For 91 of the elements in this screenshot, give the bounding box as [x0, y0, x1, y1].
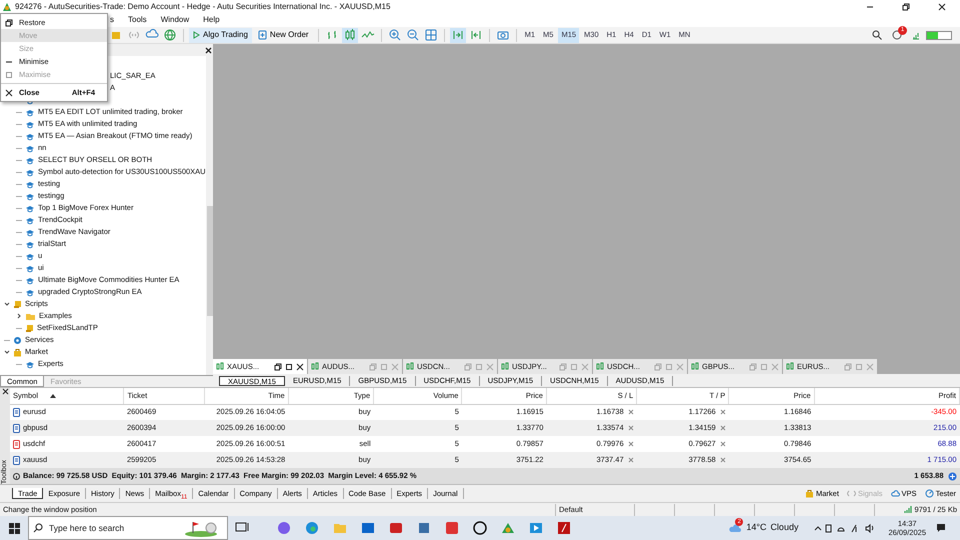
remove-icon[interactable] [720, 441, 726, 448]
remove-icon[interactable] [720, 409, 726, 416]
expert-hat-icon [25, 240, 35, 248]
remove-icon[interactable] [720, 457, 726, 464]
cloud-icon [890, 489, 900, 498]
expert-hat-icon [25, 132, 35, 140]
restore-icon [5, 18, 13, 26]
maximize-icon[interactable] [285, 362, 293, 370]
browser-icon[interactable] [304, 520, 320, 536]
candlestick-icon [311, 362, 319, 371]
shopping-bag-icon [805, 489, 814, 498]
search-icon[interactable] [872, 30, 882, 40]
close-icon[interactable] [938, 2, 946, 10]
play-icon [193, 31, 200, 39]
broadcast-icon [846, 489, 856, 498]
zoom-out-icon[interactable] [404, 28, 421, 42]
video-icon[interactable] [388, 520, 404, 536]
windows-logo-icon [8, 522, 20, 534]
player-icon[interactable] [528, 520, 544, 536]
close-icon[interactable] [296, 362, 304, 370]
expert-hat-icon [25, 360, 35, 368]
app-icon[interactable] [276, 520, 292, 536]
zoom-in-icon[interactable] [386, 28, 403, 42]
chevron-down-icon[interactable] [4, 349, 10, 355]
expert-hat-icon [25, 288, 35, 296]
weather-condition: Cloudy [770, 521, 798, 534]
candlestick-icon [691, 362, 699, 371]
close-icon[interactable] [2, 388, 8, 395]
add-icon[interactable] [948, 472, 956, 480]
expert-hat-icon [25, 180, 35, 188]
app-logo-icon [2, 2, 12, 12]
menu-item[interactable]: s [108, 14, 126, 26]
notifications-icon[interactable] [936, 523, 946, 533]
search-box[interactable]: Type here to search [28, 516, 228, 540]
app-icon[interactable] [416, 520, 432, 536]
expert-hat-icon [25, 204, 35, 212]
expert-hat-icon [25, 276, 35, 284]
close-icon [5, 88, 13, 96]
menu-item[interactable]: Help [201, 14, 232, 26]
script-icon [13, 300, 22, 308]
candlestick-icon [216, 362, 224, 371]
expert-hat-icon [25, 144, 35, 152]
chart-shift-icon[interactable] [450, 28, 466, 42]
remove-icon[interactable] [720, 425, 726, 432]
chevron-right-icon[interactable] [16, 313, 22, 319]
expert-hat-icon [25, 192, 35, 200]
menu-item[interactable]: Tools [126, 14, 159, 26]
expert-hat-icon [25, 108, 35, 116]
candlestick-icon [406, 362, 414, 371]
cloud-icon [728, 523, 742, 533]
expert-hat-icon [25, 216, 35, 224]
remove-icon[interactable] [628, 441, 634, 448]
info-icon [13, 472, 20, 480]
order-icon [258, 30, 267, 40]
candlestick-icon[interactable] [342, 28, 358, 42]
restore-icon[interactable] [902, 2, 910, 10]
sort-ascending-icon [50, 393, 56, 398]
candlestick-icon [596, 362, 604, 371]
app-icon[interactable] [444, 520, 460, 536]
candlestick-icon [501, 362, 509, 371]
new-order-button[interactable]: New Order [254, 28, 313, 42]
remove-icon[interactable] [628, 409, 634, 416]
expert-hat-icon [25, 168, 35, 176]
signal-bars-icon [904, 506, 912, 513]
remove-icon[interactable] [628, 425, 634, 432]
close-icon[interactable] [204, 46, 212, 54]
mail-icon[interactable] [360, 520, 376, 536]
search-icon [33, 523, 43, 533]
algo-trading-button[interactable]: Algo Trading [189, 28, 252, 42]
folder-icon [25, 312, 36, 320]
search-field[interactable]: Type here to search [49, 522, 177, 534]
temperature: 14°C [746, 521, 766, 534]
remove-icon[interactable] [628, 457, 634, 464]
signal-icon [912, 30, 920, 40]
shopping-bag-icon [13, 348, 22, 356]
script-icon [25, 324, 34, 332]
maximize-icon [5, 70, 13, 78]
app-icon[interactable] [556, 520, 572, 536]
expert-hat-icon [25, 252, 35, 260]
candlestick-icon [786, 362, 794, 371]
expert-hat-icon [25, 264, 35, 272]
expert-hat-icon [25, 120, 35, 128]
restore-icon[interactable] [274, 362, 282, 370]
expert-hat-icon [25, 228, 35, 236]
gauge-icon [924, 489, 934, 498]
connection-meter-icon [926, 30, 952, 40]
chevron-down-icon[interactable] [4, 301, 10, 307]
menu-item[interactable]: Window [158, 14, 202, 26]
expert-hat-icon [25, 156, 35, 164]
grid-icon[interactable] [422, 28, 439, 42]
window-title: 924276 - AutuSecurities-Trade: Demo Account - Hedge - Autu Securities International Inc. - XAUUSD,M15 [15, 0, 390, 12]
